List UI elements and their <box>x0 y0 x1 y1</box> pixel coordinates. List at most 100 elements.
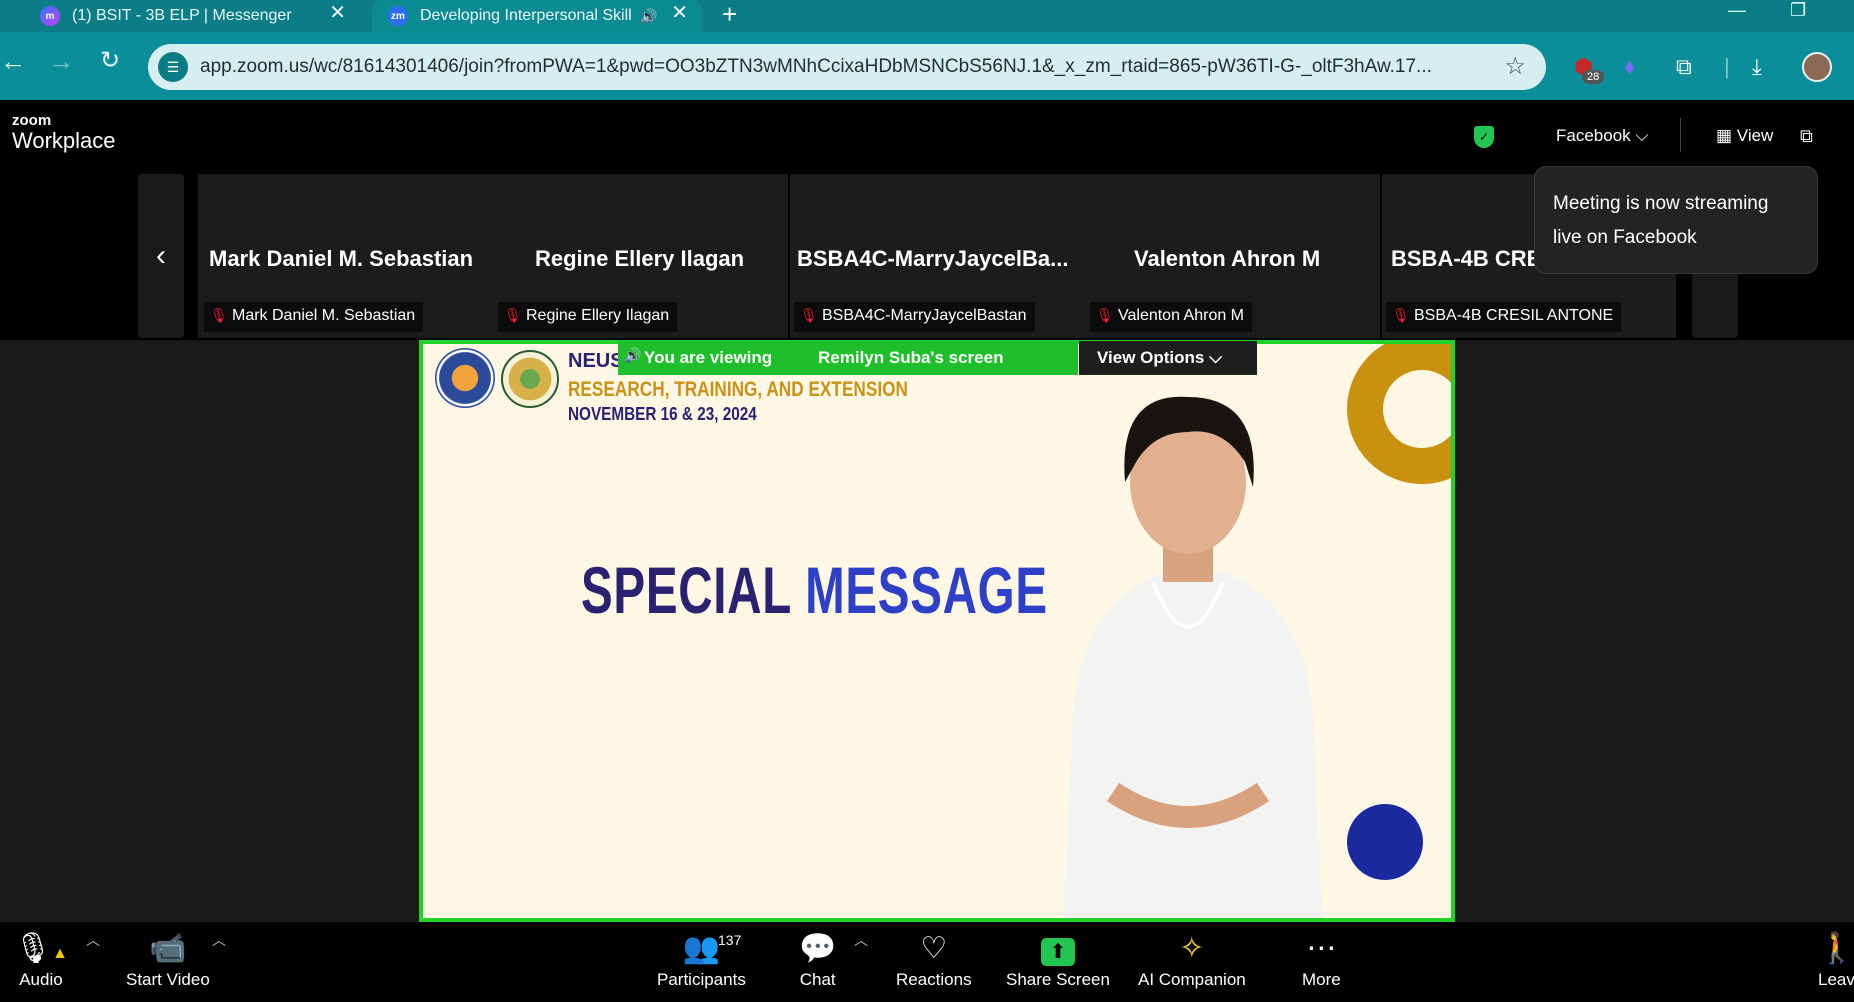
chat-icon: 💬 <box>799 932 837 965</box>
audio-button[interactable]: 🎙▲ Audio <box>14 930 68 990</box>
minimize-icon[interactable]: — <box>1728 0 1746 21</box>
shared-screen[interactable]: NEUST RESEARCH, TRAINING, AND EXTENSION … <box>419 340 1455 922</box>
sparkle-icon: ✧ <box>1179 932 1205 965</box>
video-off-icon: 📹 <box>149 932 187 965</box>
restore-icon[interactable]: ❐ <box>1790 0 1806 21</box>
downloads-icon[interactable]: ⤓ <box>1752 54 1762 80</box>
chat-options-caret[interactable]: ︿ <box>854 930 868 950</box>
extension-badge-count: 28 <box>1582 70 1605 84</box>
municipal-seal-logo <box>501 350 559 408</box>
participant-name-label: Valenton Ahron M <box>1090 302 1253 332</box>
speaker-photo <box>1063 396 1323 918</box>
audio-label: Audio <box>19 970 63 989</box>
encryption-shield-icon[interactable]: ✓ <box>1474 126 1494 148</box>
chevron-left-icon: ‹ <box>156 239 166 272</box>
viewing-label: You are viewing <box>644 348 773 367</box>
close-tab-icon[interactable]: ✕ <box>671 0 688 25</box>
streaming-dropdown[interactable]: Facebook ⌵ <box>1556 126 1648 146</box>
reactions-button[interactable]: ♡ Reactions <box>896 930 972 990</box>
toolbar-divider: | <box>1724 54 1730 79</box>
more-label: More <box>1302 970 1341 989</box>
header-divider <box>1680 118 1681 152</box>
reload-icon[interactable]: ↻ <box>100 46 120 75</box>
back-icon[interactable]: ← <box>0 46 26 77</box>
extensions-puzzle-icon[interactable]: ⧉ <box>1676 54 1692 80</box>
muted-mic-warning-icon: 🎙▲ <box>14 932 68 965</box>
share-screen-label: Share Screen <box>1006 970 1110 989</box>
streaming-target-label: Facebook <box>1556 126 1631 145</box>
slide-dates: NOVEMBER 16 & 23, 2024 <box>568 404 757 424</box>
audio-playing-icon[interactable]: 🔊 <box>640 8 657 25</box>
leave-label: Leav <box>1818 970 1854 989</box>
close-tab-icon[interactable]: ✕ <box>329 0 346 25</box>
reactions-label: Reactions <box>896 970 972 989</box>
ai-companion-button[interactable]: ✧ AI Companion <box>1138 930 1246 990</box>
participant-name-label: Regine Ellery Ilagan <box>498 302 678 332</box>
chevron-down-icon: ⌵ <box>1209 348 1222 367</box>
leave-button[interactable]: 🚶 Leav <box>1818 930 1854 990</box>
start-video-button[interactable]: 📹 Start Video <box>126 930 210 990</box>
picture-in-picture-icon[interactable]: ⧉ <box>1800 126 1813 147</box>
participant-tile-name: Regine Ellery Ilagan <box>535 246 745 271</box>
site-settings-icon[interactable]: ☰ <box>158 52 188 82</box>
headline-word-2: MESSAGE <box>805 553 1048 627</box>
video-options-caret[interactable]: ︿ <box>212 930 226 950</box>
participant-tile[interactable]: BSBA4C-MarryJaycelBa... BSBA4C-MarryJayc… <box>790 174 1380 338</box>
tab-zoom-meeting[interactable]: zm Developing Interpersonal Skill 🔊 ✕ <box>372 0 702 32</box>
share-screen-button[interactable]: ⬆ Share Screen <box>1006 930 1110 990</box>
more-button[interactable]: ⋯ More <box>1302 930 1341 990</box>
view-options-label: View Options <box>1097 348 1205 367</box>
participant-name-label: Mark Daniel M. Sebastian <box>204 302 424 332</box>
view-button[interactable]: ▦ View <box>1716 126 1773 146</box>
more-dots-icon: ⋯ <box>1306 932 1337 965</box>
participant-tile-name: BSBA4C-MarryJaycelBa... <box>797 246 1069 271</box>
zoom-icon: zm <box>388 6 408 26</box>
url-text[interactable]: app.zoom.us/wc/81614301406/join?fromPWA=… <box>200 56 1470 78</box>
start-video-label: Start Video <box>126 970 210 989</box>
participant-tile-name: Valenton Ahron M <box>1134 246 1321 271</box>
zoom-header: zoom Workplace ✓ Facebook ⌵ ▦ View ⧉ <box>0 100 1854 172</box>
new-tab-button[interactable]: + <box>722 0 737 28</box>
share-screen-icon: ⬆ <box>1006 930 1110 970</box>
zoom-web-client-window: m (1) BSIT - 3B ELP | Messenger ✕ zm Dev… <box>0 0 1854 1002</box>
profile-avatar[interactable] <box>1802 52 1832 82</box>
participants-label: Participants <box>657 970 746 989</box>
viewing-banner: 🔊 You are viewing Remilyn Suba's screen <box>618 341 1078 375</box>
zoom-logo-text: zoom <box>12 112 52 129</box>
slide-headline: SPECIAL MESSAGE <box>581 552 1048 628</box>
meeting-toolbar: 🎙▲ Audio ︿ 📹 Start Video ︿ 👥 Participant… <box>0 922 1854 1002</box>
prev-page-button[interactable]: ‹ <box>138 174 184 338</box>
browser-tab-strip: m (1) BSIT - 3B ELP | Messenger ✕ zm Dev… <box>0 0 1854 32</box>
presenter-name: Remilyn Suba's screen <box>818 348 1004 367</box>
decorative-dot <box>1347 804 1423 880</box>
participant-name-label: BSBA-4B CRESIL ANTONE <box>1386 302 1622 332</box>
view-options-button[interactable]: View Options ⌵ <box>1079 341 1257 375</box>
streaming-tooltip: Meeting is now streaming live on Faceboo… <box>1534 166 1818 274</box>
heart-icon: ♡ <box>920 932 948 965</box>
workplace-logo-text: Workplace <box>12 128 116 153</box>
participant-tile[interactable]: Mark Daniel M. Sebastian Mark Daniel M. … <box>198 174 788 338</box>
view-label: View <box>1736 126 1774 145</box>
browser-toolbar: ← → ↻ ☰ app.zoom.us/wc/81614301406/join?… <box>0 32 1854 100</box>
tab-title: Developing Interpersonal Skill <box>420 7 632 24</box>
grid-icon: ▦ <box>1716 126 1733 145</box>
tab-title: (1) BSIT - 3B ELP | Messenger <box>72 7 292 24</box>
participant-tile-name: BSBA-4B CRE <box>1391 246 1542 271</box>
slide-program: RESEARCH, TRAINING, AND EXTENSION <box>568 378 908 401</box>
address-bar[interactable]: ☰ app.zoom.us/wc/81614301406/join?fromPW… <box>148 44 1546 90</box>
leave-icon: 🚶 <box>1818 932 1854 965</box>
extension-flame-icon[interactable]: ♦ <box>1624 54 1635 80</box>
tab-messenger[interactable]: m (1) BSIT - 3B ELP | Messenger ✕ <box>40 0 360 32</box>
bookmark-star-icon[interactable]: ☆ <box>1504 52 1526 81</box>
ai-companion-label: AI Companion <box>1138 970 1246 989</box>
forward-icon[interactable]: → <box>48 46 74 77</box>
chat-button[interactable]: 💬 Chat <box>799 930 836 990</box>
participant-tile-name: Mark Daniel M. Sebastian <box>209 246 474 271</box>
decorative-ring <box>1347 344 1451 484</box>
speaker-icon: 🔊 <box>624 347 642 363</box>
meeting-stage: NEUST RESEARCH, TRAINING, AND EXTENSION … <box>0 340 1854 922</box>
messenger-icon: m <box>40 6 60 26</box>
participant-count: 137 <box>718 932 742 948</box>
headline-word-1: SPECIAL <box>581 553 792 627</box>
audio-options-caret[interactable]: ︿ <box>86 930 100 950</box>
